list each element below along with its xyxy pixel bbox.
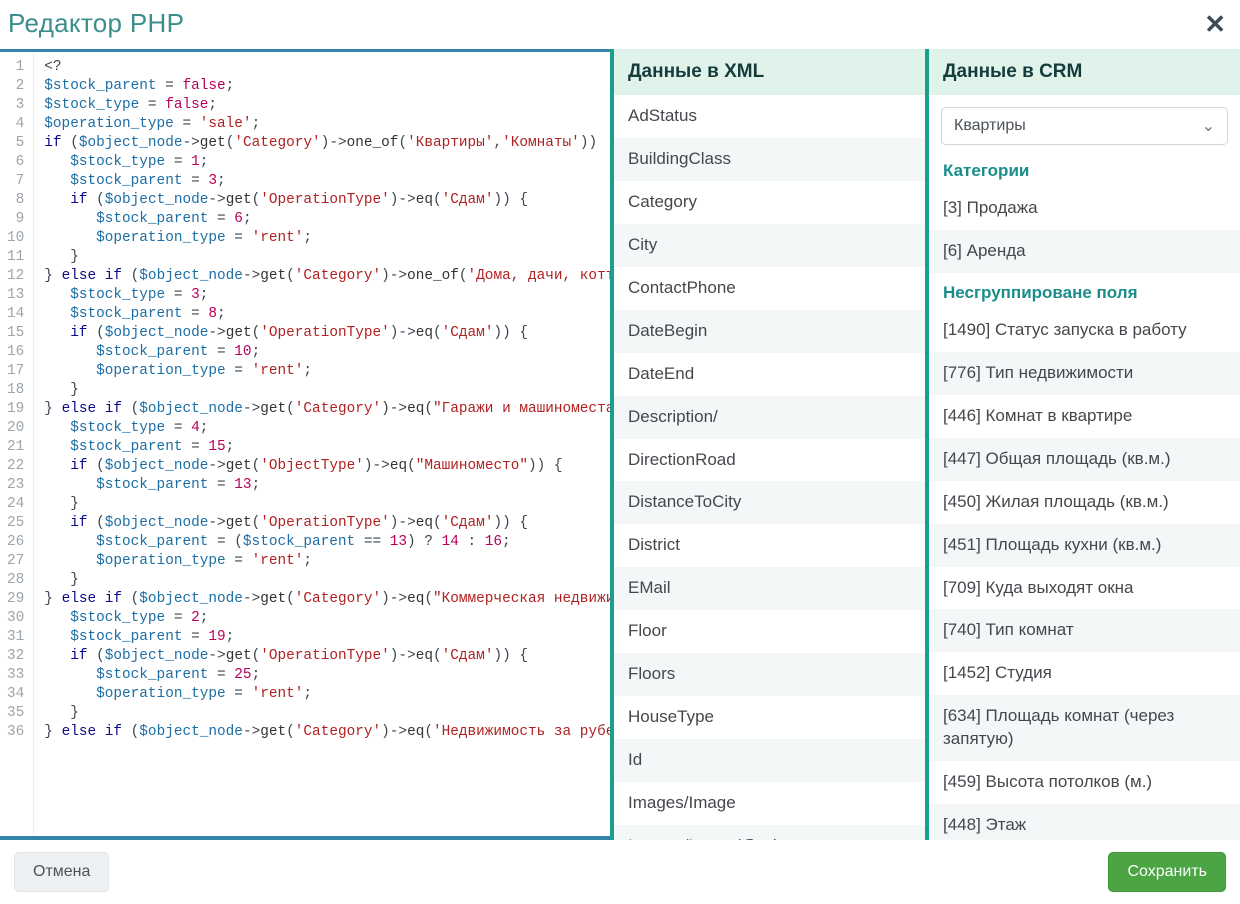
xml-panel: Данные в XML AdStatusBuildingClassCatego… xyxy=(610,49,925,840)
crm-category-select[interactable]: Квартиры ⌄ xyxy=(941,107,1228,145)
xml-item[interactable]: EMail xyxy=(614,567,925,610)
crm-item[interactable]: [709] Куда выходят окна xyxy=(929,567,1240,610)
modal-footer: Отмена Сохранить xyxy=(0,840,1240,904)
xml-item[interactable]: Description/ xyxy=(614,396,925,439)
crm-item[interactable]: [451] Площадь кухни (кв.м.) xyxy=(929,524,1240,567)
xml-item[interactable]: DistanceToCity xyxy=(614,481,925,524)
code-editor[interactable]: 1234567891011121314151617181920212223242… xyxy=(0,49,610,840)
xml-item[interactable]: AdStatus xyxy=(614,95,925,138)
xml-item[interactable]: DateBegin xyxy=(614,310,925,353)
xml-item[interactable]: Id xyxy=(614,739,925,782)
xml-panel-title: Данные в XML xyxy=(614,49,925,95)
xml-item[interactable]: Floors xyxy=(614,653,925,696)
crm-item[interactable]: [6] Аренда xyxy=(929,230,1240,273)
save-button[interactable]: Сохранить xyxy=(1108,852,1226,892)
crm-body[interactable]: Квартиры ⌄ Категории[3] Продажа[6] Аренд… xyxy=(929,95,1240,840)
crm-item[interactable]: [740] Тип комнат xyxy=(929,609,1240,652)
chevron-down-icon: ⌄ xyxy=(1202,116,1215,136)
close-icon[interactable]: ✕ xyxy=(1204,11,1226,37)
modal-header: Редактор PHP ✕ xyxy=(0,0,1240,49)
xml-item[interactable]: ContactPhone xyxy=(614,267,925,310)
xml-item[interactable]: City xyxy=(614,224,925,267)
crm-select-value: Квартиры xyxy=(954,117,1026,135)
xml-item[interactable]: BuildingClass xyxy=(614,138,925,181)
cancel-button[interactable]: Отмена xyxy=(14,852,109,892)
crm-item[interactable]: [448] Этаж xyxy=(929,804,1240,840)
xml-item[interactable]: HouseType xyxy=(614,696,925,739)
xml-list[interactable]: AdStatusBuildingClassCategoryCityContact… xyxy=(614,95,925,840)
xml-item[interactable]: District xyxy=(614,524,925,567)
line-gutter: 1234567891011121314151617181920212223242… xyxy=(0,52,34,836)
crm-item[interactable]: [776] Тип недвижимости xyxy=(929,352,1240,395)
crm-section-title: Категории xyxy=(929,151,1240,187)
side-panels: Данные в XML AdStatusBuildingClassCatego… xyxy=(610,49,1240,840)
xml-item[interactable]: Category xyxy=(614,181,925,224)
crm-item[interactable]: [450] Жилая площадь (кв.м.) xyxy=(929,481,1240,524)
crm-item[interactable]: [634] Площадь комнат (через запятую) xyxy=(929,695,1240,761)
modal-title: Редактор PHP xyxy=(8,8,184,39)
xml-item[interactable]: Images/Image xyxy=(614,782,925,825)
crm-item[interactable]: [446] Комнат в квартире xyxy=(929,395,1240,438)
crm-item[interactable]: [447] Общая площадь (кв.м.) xyxy=(929,438,1240,481)
xml-item[interactable]: DateEnd xyxy=(614,353,925,396)
crm-panel-title: Данные в CRM xyxy=(929,49,1240,95)
php-editor-modal: Редактор PHP ✕ 1234567891011121314151617… xyxy=(0,0,1240,904)
xml-item[interactable]: Floor xyxy=(614,610,925,653)
code-content[interactable]: <?$stock_parent = false;$stock_type = fa… xyxy=(34,52,610,836)
xml-item[interactable]: DirectionRoad xyxy=(614,439,925,482)
modal-body: 1234567891011121314151617181920212223242… xyxy=(0,49,1240,840)
crm-item[interactable]: [3] Продажа xyxy=(929,187,1240,230)
crm-item[interactable]: [1490] Статус запуска в работу xyxy=(929,309,1240,352)
crm-item[interactable]: [1452] Студия xyxy=(929,652,1240,695)
code-scroll[interactable]: 1234567891011121314151617181920212223242… xyxy=(0,52,610,836)
xml-item[interactable]: Images/Image/@url xyxy=(614,825,925,840)
crm-section-title: Несгруппироване поля xyxy=(929,273,1240,309)
crm-panel: Данные в CRM Квартиры ⌄ Категории[3] Про… xyxy=(925,49,1240,840)
crm-item[interactable]: [459] Высота потолков (м.) xyxy=(929,761,1240,804)
